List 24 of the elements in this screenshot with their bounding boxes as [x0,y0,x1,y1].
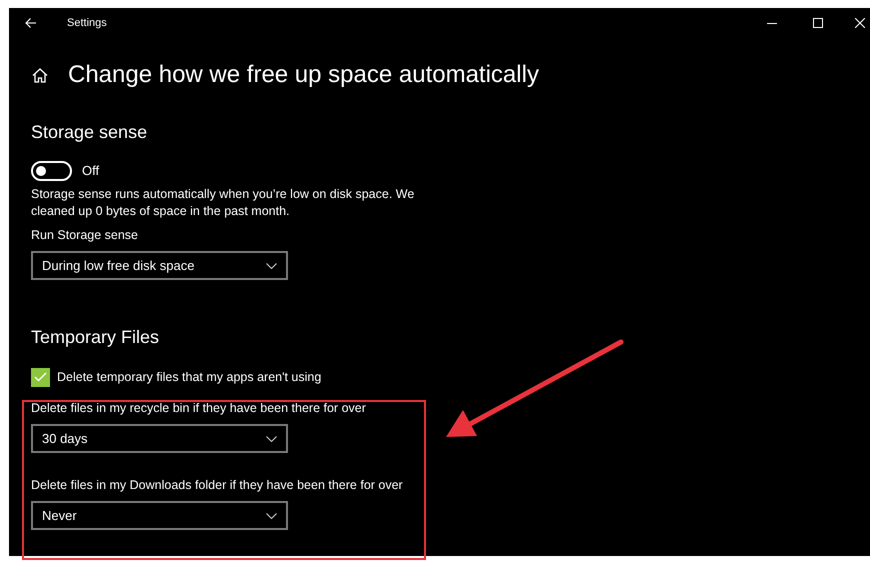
checkbox[interactable] [31,368,50,386]
chevron-down-icon [266,436,277,442]
toggle-switch[interactable] [31,161,72,181]
window-title: Settings [67,16,107,31]
home-icon[interactable] [32,68,48,82]
dropdown[interactable]: Never [31,501,288,530]
dropdown-label: Run Storage sense [31,227,138,244]
dropdown-label: Delete files in my Downloads folder if they have been there for over [31,477,403,494]
checkbox-label: Delete temporary files that my apps aren't using [57,368,322,386]
close-icon[interactable] [855,18,865,28]
section-heading: Storage sense [31,121,148,144]
minimize-icon[interactable] [767,22,777,24]
dropdown[interactable]: During low free disk space [31,251,288,280]
toggle-state-label: Off [82,162,100,180]
dropdown[interactable]: 30 days [31,424,288,453]
section-heading: Temporary Files [31,326,160,349]
chevron-down-icon [266,512,277,518]
checkmark-icon [34,372,47,382]
back-icon[interactable] [25,17,37,29]
dropdown-label: Delete files in my recycle bin if they have been there for over [31,400,366,417]
page-title: Change how we free up space automatically [68,60,539,90]
chevron-down-icon [266,262,277,268]
description-text: Storage sense runs automatically when you’re low on disk space. We cleaned up 0 bytes of space in the past month. [31,186,416,220]
maximize-icon[interactable] [813,18,823,28]
